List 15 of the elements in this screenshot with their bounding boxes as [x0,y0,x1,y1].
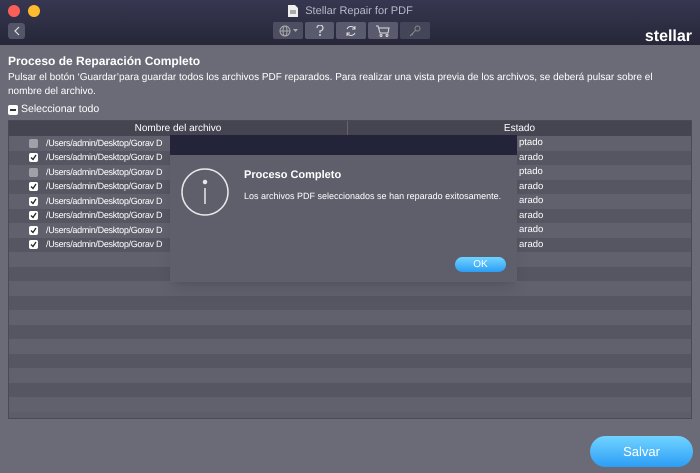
status-text: arado [519,208,544,223]
status-text: arado [519,223,544,238]
status-text: arado [519,150,544,165]
status-text: ptado [519,165,543,180]
status-text: ptado [519,136,543,150]
instructions-text: Pulsar el botón ‘Guardar’para guardar todos los archivos PDF reparados. Para realizar una vista previa de los archivos, se deberá pulsar sobre el nombre del archivo. [8,71,654,99]
window-title: Stellar Repair for PDF [305,4,413,19]
select-all-label: Seleccionar todo [21,102,100,118]
dialog-message: Los archivos PDF seleccionados se han reparado exitosamente. [244,190,502,203]
page-heading: Proceso de Reparación Completo [8,53,202,69]
status-text: arado [519,180,544,194]
brand-logo: stellar [644,27,692,47]
status-text: arado [519,194,544,208]
dialog-title: Proceso Completo [244,168,342,183]
status-text: arado [519,238,544,252]
